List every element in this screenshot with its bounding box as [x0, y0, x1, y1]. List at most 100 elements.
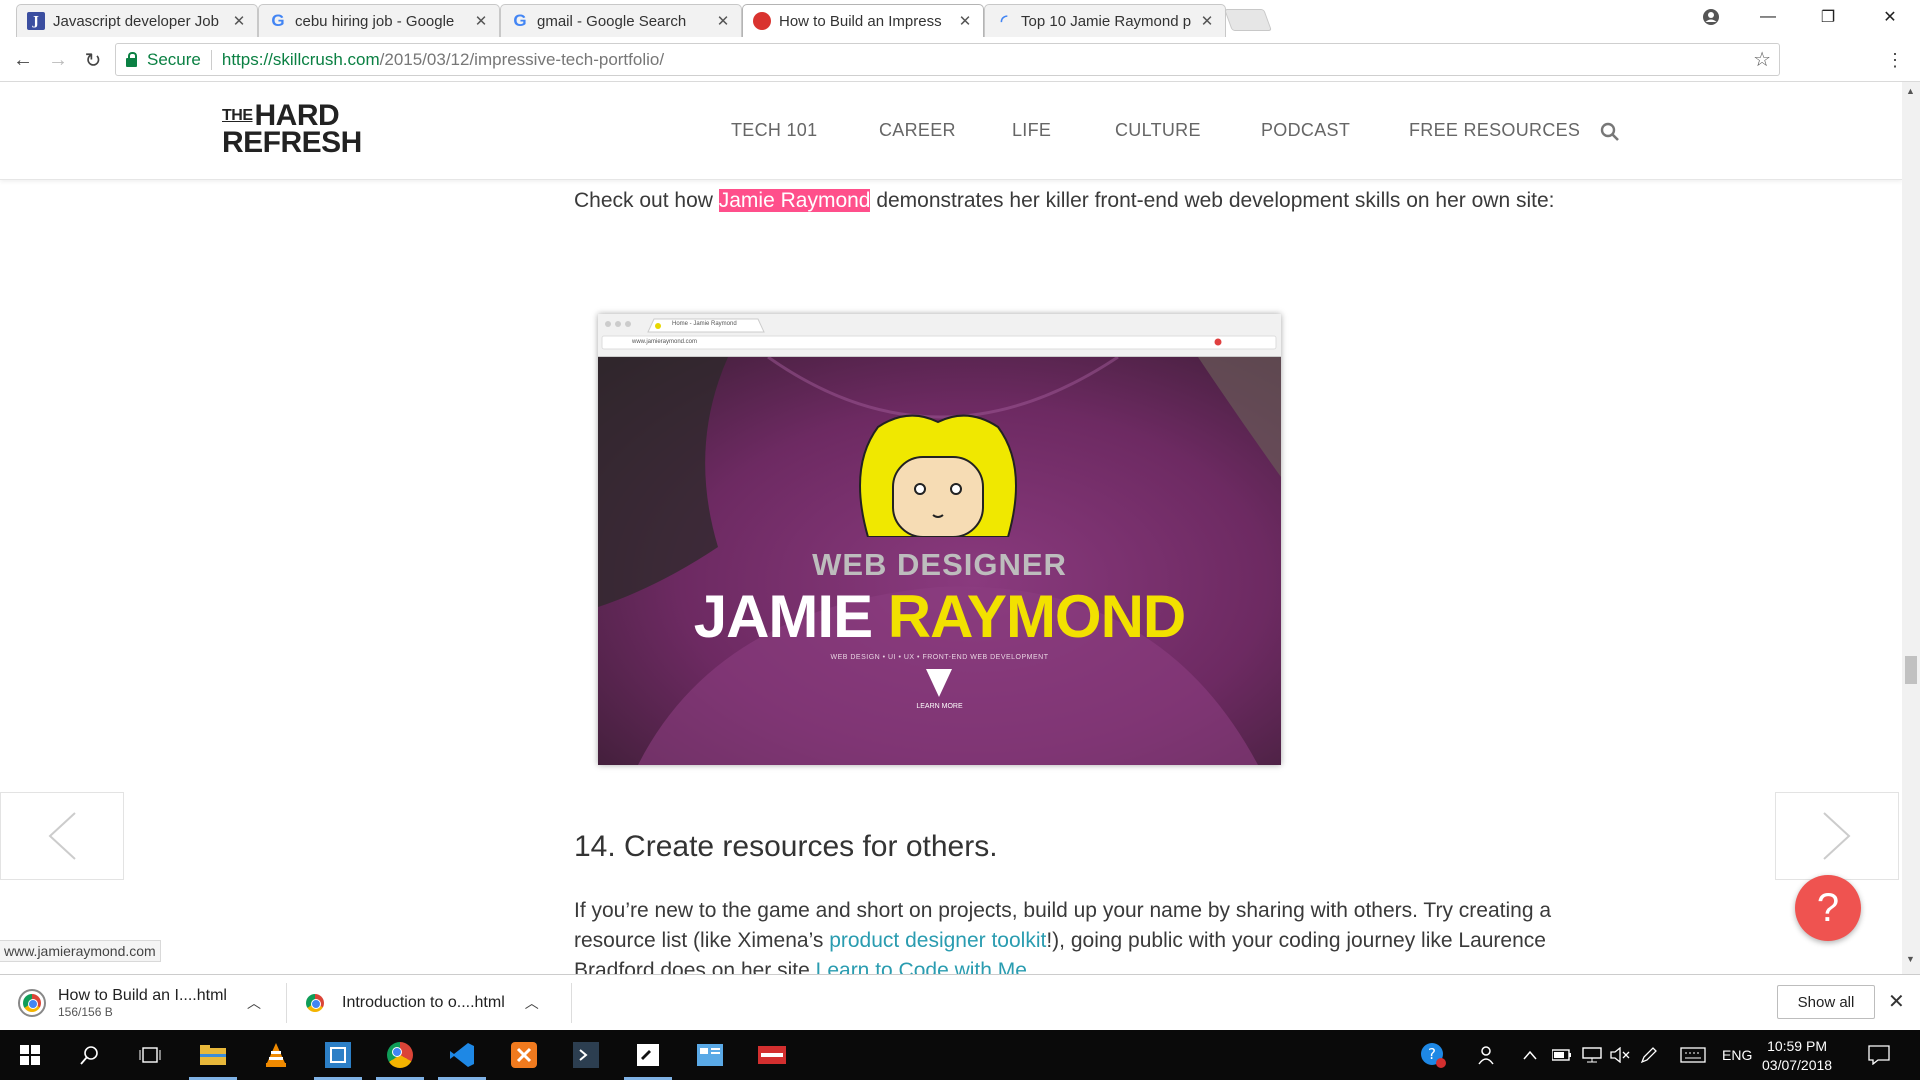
article-paragraph-1: Check out how Jamie Raymond demonstrates…	[574, 186, 1574, 216]
divider	[210, 49, 212, 70]
tab-title: How to Build an Impress	[779, 12, 942, 30]
close-window-button[interactable]: ✕	[1862, 0, 1918, 34]
xampp-icon[interactable]	[494, 1030, 554, 1080]
mini-url: www.jamieraymond.com	[632, 339, 698, 345]
close-icon[interactable]: ✕	[715, 12, 731, 30]
start-button[interactable]	[0, 1030, 60, 1080]
scroll-down-icon[interactable]: ▼	[1906, 954, 1915, 964]
nav-life[interactable]: LIFE	[1012, 120, 1051, 141]
tab-top-10-jamie-raymond[interactable]: ◜ Top 10 Jamie Raymond p ✕	[984, 4, 1226, 37]
menu-icon[interactable]: ⋮	[1880, 45, 1910, 75]
battery-icon[interactable]	[1552, 1030, 1572, 1080]
tab-cebu-hiring-job[interactable]: G cebu hiring job - Google ✕	[258, 4, 500, 37]
chevron-up-icon[interactable]: ︿	[525, 993, 539, 1013]
show-all-button[interactable]: Show all	[1777, 985, 1875, 1019]
people-icon[interactable]	[1478, 1030, 1498, 1080]
highlighted-name: Jamie Raymond	[718, 189, 871, 212]
address-bar[interactable]: Secure https://skillcrush.com/2015/03/12…	[115, 43, 1780, 76]
scroll-up-icon[interactable]: ▲	[1906, 86, 1915, 96]
logo-the: THE	[222, 107, 253, 124]
avatar-illustration	[859, 414, 1017, 537]
mini-tab-title: Home - Jamie Raymond	[672, 321, 737, 327]
file-explorer-icon[interactable]	[183, 1030, 243, 1080]
task-view-icon[interactable]	[120, 1030, 180, 1080]
network-icon[interactable]	[1582, 1030, 1602, 1080]
page-viewport: THEHARD REFRESH TECH 101 CAREER LIFE CUL…	[0, 82, 1902, 974]
loading-icon: ◜	[1000, 13, 1008, 30]
terminal-icon[interactable]	[556, 1030, 616, 1080]
chevron-down-icon	[926, 669, 952, 697]
svg-text:?: ?	[1428, 1045, 1436, 1063]
url-path: /2015/03/12/impressive-tech-portfolio/	[379, 49, 665, 69]
section-heading: 14. Create resources for others.	[574, 830, 998, 864]
pen-icon[interactable]	[1640, 1030, 1658, 1080]
download-item[interactable]: How to Build an I....html 156/156 B ︿	[18, 983, 261, 1023]
tab-javascript-developer-job[interactable]: J Javascript developer Job ✕	[16, 4, 258, 37]
download-item[interactable]: Introduction to o....html ︿	[306, 983, 539, 1023]
close-shelf-icon[interactable]: ✕	[1888, 989, 1905, 1014]
tab-how-to-build[interactable]: How to Build an Impress ✕	[742, 4, 984, 37]
portfolio-screenshot[interactable]: Home - Jamie Raymond www.jamieraymond.co…	[598, 314, 1281, 765]
next-article-button[interactable]	[1775, 792, 1899, 880]
close-icon[interactable]: ✕	[473, 12, 489, 30]
lock-icon	[126, 51, 137, 67]
nav-podcast[interactable]: PODCAST	[1261, 120, 1350, 141]
app-icon[interactable]	[308, 1030, 368, 1080]
portfolio-last-name: RAYMOND	[887, 583, 1186, 650]
language-indicator[interactable]: ENG	[1722, 1030, 1752, 1080]
keyboard-icon[interactable]	[1680, 1030, 1706, 1080]
search-icon[interactable]	[1600, 122, 1620, 142]
learn-to-code-link[interactable]: Learn to Code with Me	[816, 959, 1027, 974]
page-scrollbar[interactable]: ▲ ▼	[1902, 82, 1920, 974]
minimize-button[interactable]: —	[1740, 0, 1796, 34]
portfolio-hero: WEB DESIGNER JAMIE RAYMOND WEB DESIGN • …	[598, 355, 1281, 765]
new-tab-button[interactable]	[1223, 9, 1273, 31]
search-icon[interactable]	[60, 1030, 120, 1080]
vlc-icon[interactable]	[246, 1030, 306, 1080]
control-panel-icon[interactable]	[680, 1030, 740, 1080]
help-button[interactable]: ?	[1795, 875, 1861, 941]
heading-14: 14. Create resources for others.	[574, 830, 998, 863]
product-designer-toolkit-link[interactable]: product designer toolkit	[829, 929, 1046, 952]
chrome-icon[interactable]	[370, 1030, 430, 1080]
bookmark-star-icon[interactable]: ☆	[1753, 47, 1771, 72]
chevron-up-icon[interactable]: ︿	[247, 993, 261, 1013]
jobstreet-icon: J	[27, 12, 45, 30]
sticky-notes-icon[interactable]	[618, 1030, 678, 1080]
notifications-icon[interactable]	[1868, 1030, 1890, 1080]
paragraph-text: demonstrates her killer front-end web de…	[870, 189, 1555, 212]
reload-button[interactable]: ↻	[78, 45, 108, 75]
close-icon[interactable]: ✕	[957, 12, 973, 30]
profile-icon[interactable]	[1683, 0, 1739, 34]
tab-title: gmail - Google Search	[537, 12, 687, 30]
chevron-up-icon[interactable]	[1523, 1030, 1537, 1080]
site-logo[interactable]: THEHARD REFRESH	[222, 101, 362, 159]
scroll-thumb[interactable]	[1905, 656, 1917, 684]
clock-time: 10:59 PM	[1767, 1038, 1827, 1054]
close-icon[interactable]: ✕	[1199, 12, 1215, 30]
nav-career[interactable]: CAREER	[879, 120, 956, 141]
volume-muted-icon[interactable]	[1610, 1030, 1630, 1080]
hard-refresh-icon	[753, 12, 771, 30]
tab-title: Top 10 Jamie Raymond p	[1021, 12, 1191, 30]
nav-free-resources[interactable]: FREE RESOURCES	[1409, 120, 1580, 141]
prev-article-button[interactable]	[0, 792, 124, 880]
help-tray-icon[interactable]: ?	[1420, 1030, 1446, 1080]
chrome-file-icon	[306, 994, 324, 1012]
logo-refresh: REFRESH	[222, 126, 362, 159]
close-icon[interactable]: ✕	[231, 12, 247, 30]
clock[interactable]: 10:59 PM 03/07/2018	[1762, 1037, 1832, 1075]
nav-culture[interactable]: CULTURE	[1115, 120, 1201, 141]
google-icon: G	[513, 11, 527, 30]
portfolio-cta: LEARN MORE	[916, 703, 963, 710]
download-name: Introduction to o....html	[342, 994, 505, 1011]
restore-button[interactable]: ❐	[1800, 0, 1856, 34]
nav-tech-101[interactable]: TECH 101	[731, 120, 817, 141]
tab-title: Javascript developer Job	[53, 12, 219, 30]
vscode-icon[interactable]	[432, 1030, 492, 1080]
tab-strip: J Javascript developer Job ✕ G cebu hiri…	[0, 0, 1920, 37]
forward-button[interactable]: →	[43, 45, 73, 75]
tab-gmail-google-search[interactable]: G gmail - Google Search ✕	[500, 4, 742, 37]
smart-bro-icon[interactable]	[742, 1030, 802, 1080]
back-button[interactable]: ←	[8, 45, 38, 75]
